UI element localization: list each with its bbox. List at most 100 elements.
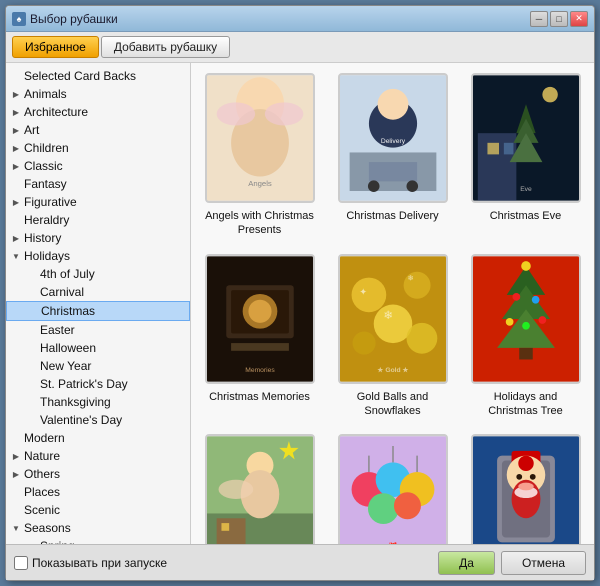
sidebar-item-others[interactable]: ▶Others [6,465,190,483]
arrow-icon [10,504,22,516]
close-button[interactable]: ✕ [570,11,588,27]
sidebar-item-heraldry[interactable]: Heraldry [6,211,190,229]
sidebar-item-fantasy[interactable]: Fantasy [6,175,190,193]
card-thumbnail: Eve [471,73,581,203]
sidebar-item-label: St. Patrick's Day [40,377,128,391]
sidebar-item-art[interactable]: ▶Art [6,121,190,139]
card-thumbnail [471,254,581,384]
card-thumbnail: Delivery [338,73,448,203]
sidebar-item-halloween[interactable]: Halloween [6,339,190,357]
title-bar: ♠ Выбор рубашки ─ □ ✕ [6,6,594,32]
sidebar-item-label: Figurative [24,195,77,209]
card-item-santa[interactable]: Santa Claus in Chimney [467,434,584,544]
sidebar-item-modern[interactable]: Modern [6,429,190,447]
sidebar-item-architecture[interactable]: ▶Architecture [6,103,190,121]
arrow-icon [26,268,38,280]
card-item-delivery[interactable]: Delivery Christmas Delivery [334,73,451,238]
bottom-bar: Показывать при запуске Да Отмена [6,544,594,580]
sidebar-item-label: Carnival [40,285,84,299]
title-bar-left: ♠ Выбор рубашки [12,12,118,26]
sidebar-item-new-year[interactable]: New Year [6,357,190,375]
card-thumbnail: Memories [205,254,315,384]
sidebar-item-label: Heraldry [24,213,69,227]
sidebar-item-children[interactable]: ▶Children [6,139,190,157]
sidebar-item-label: Holidays [24,249,70,263]
card-item-nativity[interactable]: Nativity Scene with a Young Girl [201,434,318,544]
arrow-icon: ▶ [10,142,22,154]
main-content: Selected Card Backs ▶Animals▶Architecture… [6,63,594,544]
sidebar-item-holidays[interactable]: ▼Holidays [6,247,190,265]
sidebar-item-label: New Year [40,359,91,373]
sidebar-item-label: Valentine's Day [40,413,122,427]
arrow-icon [10,70,22,82]
sidebar-item-label: Scenic [24,503,60,517]
sidebar-item-easter[interactable]: Easter [6,321,190,339]
sidebar-item-valentines[interactable]: Valentine's Day [6,411,190,429]
arrow-icon [10,432,22,444]
maximize-button[interactable]: □ [550,11,568,27]
arrow-icon: ▶ [10,88,22,100]
card-grid: Angels Angels with Christmas Presents De… [201,73,584,544]
sidebar-item-label: Art [24,123,39,137]
arrow-icon [26,396,38,408]
svg-text:❄: ❄ [407,273,413,282]
sidebar: Selected Card Backs ▶Animals▶Architecture… [6,63,191,544]
card-thumbnail: ★ Gold ★ ✦ ❄ ❄ [338,254,448,384]
sidebar-item-label: Others [24,467,60,481]
sidebar-item-spring[interactable]: Spring [6,537,190,544]
title-buttons: ─ □ ✕ [530,11,588,27]
minimize-button[interactable]: ─ [530,11,548,27]
sidebar-item-label: Thanksgiving [40,395,111,409]
sidebar-item-4th-july[interactable]: 4th of July [6,265,190,283]
sidebar-item-selected-backs[interactable]: Selected Card Backs [6,67,190,85]
sidebar-item-seasons[interactable]: ▼Seasons [6,519,190,537]
arrow-icon [10,214,22,226]
card-item-angels[interactable]: Angels Angels with Christmas Presents [201,73,318,238]
checkbox-label: Показывать при запуске [32,556,167,570]
sidebar-item-label: Halloween [40,341,96,355]
sidebar-item-animals[interactable]: ▶Animals [6,85,190,103]
sidebar-item-thanksgiving[interactable]: Thanksgiving [6,393,190,411]
arrow-icon [26,360,38,372]
sidebar-item-nature[interactable]: ▶Nature [6,447,190,465]
card-thumbnail: 🎁 [338,434,448,544]
sidebar-item-label: Christmas [41,304,95,318]
sidebar-item-christmas[interactable]: Christmas [6,301,190,321]
arrow-icon [10,486,22,498]
sidebar-item-label: Children [24,141,69,155]
card-label: Christmas Memories [209,390,310,404]
sidebar-item-carnival[interactable]: Carnival [6,283,190,301]
card-item-gold[interactable]: ★ Gold ★ ✦ ❄ ❄ Gold Balls and Snowflakes [334,254,451,419]
sidebar-item-label: Selected Card Backs [24,69,136,83]
card-item-memories[interactable]: Memories Christmas Memories [201,254,318,419]
sidebar-item-st-patricks[interactable]: St. Patrick's Day [6,375,190,393]
card-thumbnail [205,434,315,544]
arrow-icon: ▶ [10,160,22,172]
sidebar-item-label: Fantasy [24,177,67,191]
svg-text:✦: ✦ [359,287,367,298]
tab-favorites[interactable]: Избранное [12,36,99,58]
card-item-eve[interactable]: Eve Christmas Eve [467,73,584,238]
arrow-icon: ▶ [10,468,22,480]
card-label: Gold Balls and Snowflakes [338,390,448,419]
ok-button[interactable]: Да [438,551,495,575]
sidebar-item-classic[interactable]: ▶Classic [6,157,190,175]
svg-text:❄: ❄ [383,310,393,322]
sidebar-item-label: Nature [24,449,60,463]
card-item-party[interactable]: 🎁 Party Present [334,434,451,544]
checkbox-area: Показывать при запуске [14,556,167,570]
card-item-holidays-tree[interactable]: Holidays and Christmas Tree [467,254,584,419]
sidebar-item-label: Classic [24,159,63,173]
sidebar-item-history[interactable]: ▶History [6,229,190,247]
tab-add[interactable]: Добавить рубашку [101,36,230,58]
sidebar-item-places[interactable]: Places [6,483,190,501]
sidebar-item-figurative[interactable]: ▶Figurative [6,193,190,211]
arrow-icon [27,305,39,317]
sidebar-item-scenic[interactable]: Scenic [6,501,190,519]
bottom-buttons: Да Отмена [438,551,586,575]
cancel-button[interactable]: Отмена [501,551,586,575]
window-icon: ♠ [12,12,26,26]
show-on-startup-checkbox[interactable] [14,556,28,570]
arrow-icon: ▶ [10,124,22,136]
svg-text:Delivery: Delivery [380,138,405,145]
